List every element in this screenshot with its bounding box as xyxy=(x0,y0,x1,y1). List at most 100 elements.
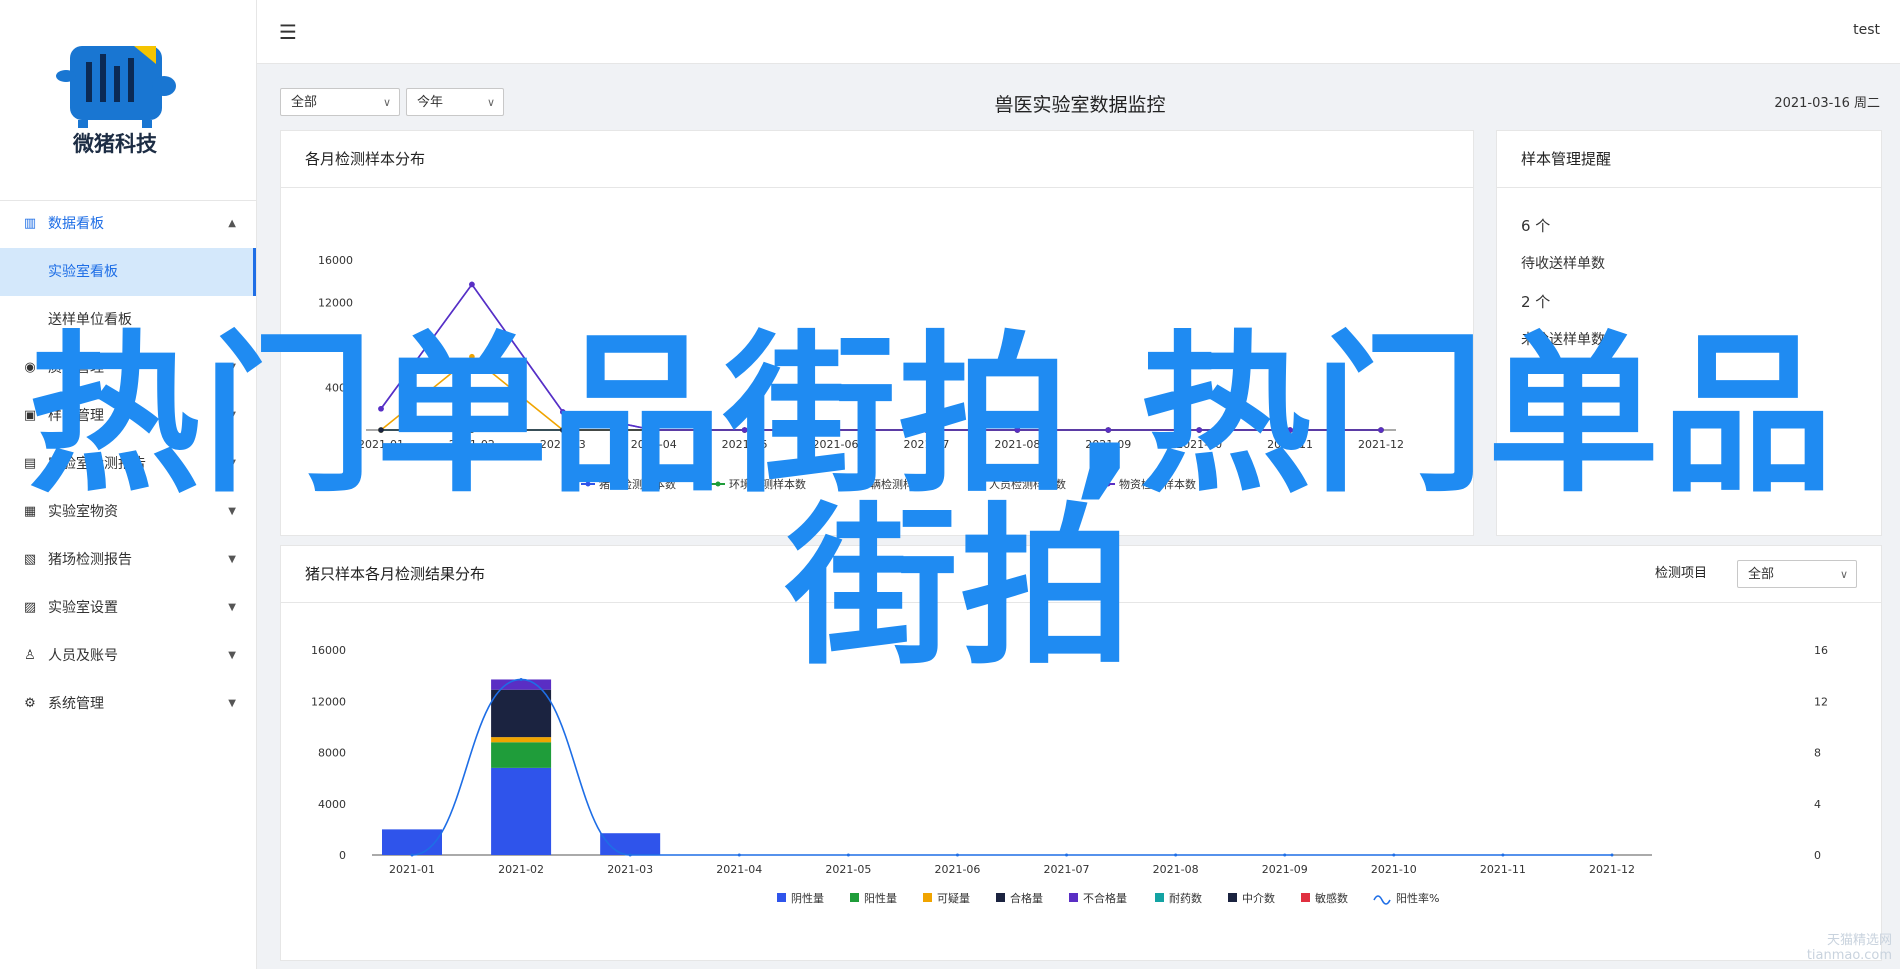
chevron-down-icon: ▼ xyxy=(228,554,236,565)
menu-collapse-icon[interactable]: ☰ xyxy=(279,20,297,44)
legend-label: 阳性量 xyxy=(864,891,897,905)
pending-receive-label: 待收送样单数 xyxy=(1521,256,1605,272)
sidebar-item-label: 实验室设置 xyxy=(48,600,118,616)
bar-segment xyxy=(491,742,552,768)
x-tick-label: 2021-09 xyxy=(1262,863,1308,876)
rate-point xyxy=(1610,853,1614,857)
rate-point xyxy=(846,853,850,857)
legend-label: 阳性率% xyxy=(1396,891,1439,905)
current-date: 2021-03-16 周二 xyxy=(1774,96,1880,111)
bar-segment xyxy=(491,689,552,738)
chevron-down-icon: ∨ xyxy=(1839,568,1848,581)
user-icon: ♙ xyxy=(24,648,36,663)
card-title: 猪只样本各月检测结果分布 xyxy=(305,565,486,583)
chevron-down-icon: ▼ xyxy=(228,602,236,613)
data-point xyxy=(469,281,475,288)
legend-label: 中介数 xyxy=(1242,892,1275,905)
pending-receive-count: 6 个 xyxy=(1521,217,1551,235)
legend-line-marker xyxy=(1373,895,1391,905)
x-tick-label: 2021-04 xyxy=(716,863,762,876)
rate-point xyxy=(1174,853,1178,857)
chevron-up-icon: ▲ xyxy=(228,218,236,229)
y2-tick-label: 12 xyxy=(1814,695,1828,708)
brand-name: 微猪科技 xyxy=(73,132,157,156)
overlay-text-line1: 热门单品街拍,热门单品 xyxy=(28,315,1836,516)
bar-segment xyxy=(491,767,552,855)
sidebar-item-1[interactable]: 实验室看板 xyxy=(0,248,256,296)
y-tick-label: 4000 xyxy=(318,798,346,811)
x-tick-label: 2021-03 xyxy=(607,863,653,876)
y2-tick-label: 8 xyxy=(1814,747,1821,760)
rate-point xyxy=(519,677,523,681)
x-tick-label: 2021-08 xyxy=(1153,863,1199,876)
y-tick-label: 16000 xyxy=(318,254,353,267)
sidebar-item-label: 人员及账号 xyxy=(48,648,118,664)
sidebar-item-10[interactable]: ⚙ 系统管理 ▼ xyxy=(0,680,256,728)
watermark-url: tianmao.com xyxy=(1806,948,1892,963)
rate-point xyxy=(1501,853,1505,857)
sidebar-item-8[interactable]: ▨ 实验室设置 ▼ xyxy=(0,584,256,632)
pending-test-count: 2 个 xyxy=(1521,293,1551,311)
card-title: 样本管理提醒 xyxy=(1497,131,1881,188)
y2-tick-label: 0 xyxy=(1814,849,1821,862)
legend-label: 阴性量 xyxy=(791,891,824,905)
sidebar-item-label: 猪场检测报告 xyxy=(48,552,132,568)
y-tick-label: 12000 xyxy=(311,695,346,708)
legend-label: 合格量 xyxy=(1010,891,1043,905)
y-tick-label: 12000 xyxy=(318,297,353,310)
chevron-down-icon: ▼ xyxy=(228,650,236,661)
logo: 微猪科技 xyxy=(0,0,256,201)
overlay-text-line2: 街拍 xyxy=(786,487,1134,688)
sidebar-item-label: 数据看板 xyxy=(48,216,104,232)
user-name[interactable]: test xyxy=(1853,22,1880,38)
x-tick-label: 2021-06 xyxy=(934,863,980,876)
rate-point xyxy=(628,853,632,857)
file-settings-icon: ▨ xyxy=(23,600,37,615)
y-tick-label: 8000 xyxy=(318,747,346,760)
x-tick-label: 2021-05 xyxy=(825,863,871,876)
card-title: 各月检测样本分布 xyxy=(281,131,1473,188)
y2-tick-label: 16 xyxy=(1814,644,1828,657)
bar-segment xyxy=(382,829,442,855)
gear-icon: ⚙ xyxy=(24,696,36,711)
sidebar-item-7[interactable]: ▧ 猪场检测报告 ▼ xyxy=(0,536,256,584)
filter-label: 检测项目 xyxy=(1654,566,1707,581)
report-icon: ▧ xyxy=(23,552,37,567)
legend-marker xyxy=(1228,893,1237,902)
sidebar-item-label: 实验室看板 xyxy=(48,264,118,280)
top-bar: ☰ test xyxy=(257,0,1900,64)
chevron-down-icon: ▼ xyxy=(228,698,236,709)
pig-logo-icon xyxy=(56,46,176,128)
legend-marker xyxy=(996,893,1005,902)
legend-marker xyxy=(850,893,859,902)
legend-label: 敏感数 xyxy=(1315,891,1348,905)
filter-bar: 全部 ∨ 今年 ∨ 兽医实验室数据监控 2021-03-16 周二 xyxy=(280,88,1880,122)
test-item-select[interactable]: 全部 ∨ xyxy=(1737,560,1857,588)
x-tick-label: 2021-10 xyxy=(1371,863,1417,876)
rate-point xyxy=(955,853,959,857)
legend-marker xyxy=(923,893,932,902)
sidebar-item-label: 系统管理 xyxy=(48,696,104,712)
rate-point xyxy=(1392,853,1396,857)
legend-marker xyxy=(1155,893,1164,902)
rate-line xyxy=(411,678,1612,856)
rate-point xyxy=(410,853,414,857)
watermark-title: 天猫精选网 xyxy=(1826,933,1892,948)
x-tick-label: 2021-12 xyxy=(1589,863,1635,876)
x-tick-label: 2021-01 xyxy=(389,863,435,876)
bar-segment xyxy=(491,679,552,690)
test-item-select-value: 全部 xyxy=(1748,567,1775,582)
legend-label: 不合格量 xyxy=(1083,891,1127,905)
rate-point xyxy=(1065,853,1069,857)
legend-label: 可疑量 xyxy=(937,892,970,905)
sidebar-item-0[interactable]: ▥ 数据看板 ▲ xyxy=(0,200,256,248)
y-tick-label: 0 xyxy=(339,849,346,862)
legend-label: 耐药数 xyxy=(1169,892,1202,905)
x-tick-label: 2021-02 xyxy=(498,863,544,876)
y-tick-label: 16000 xyxy=(311,644,346,657)
sidebar-item-9[interactable]: ♙ 人员及账号 ▼ xyxy=(0,632,256,680)
bar-segment xyxy=(491,737,552,743)
page-title: 兽医实验室数据监控 xyxy=(994,94,1166,116)
x-tick-label: 2021-11 xyxy=(1480,863,1526,876)
legend-marker xyxy=(1069,893,1078,902)
